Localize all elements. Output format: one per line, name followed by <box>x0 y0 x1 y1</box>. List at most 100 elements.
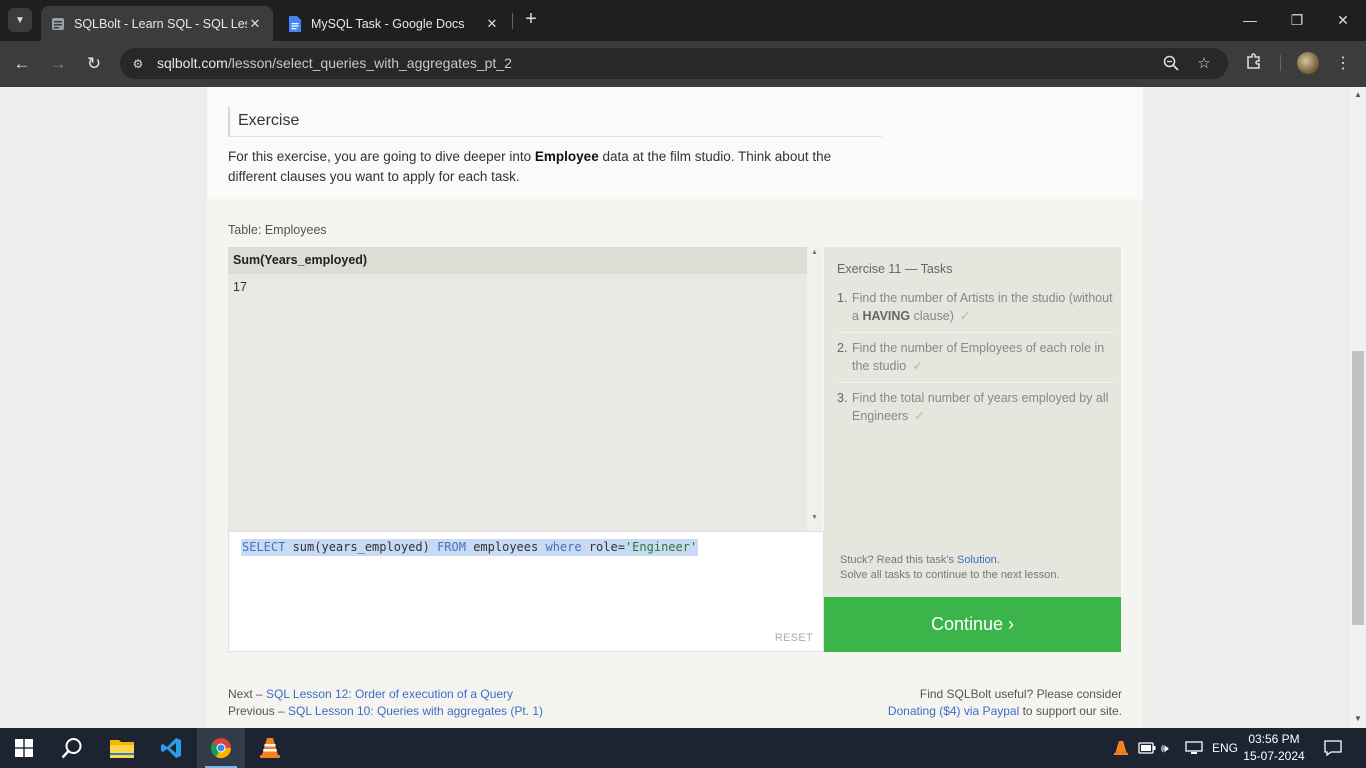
sql-keyword: where <box>545 540 582 554</box>
previous-lesson-link[interactable]: SQL Lesson 10: Queries with aggregates (… <box>288 704 543 718</box>
close-tab-icon[interactable]: ✕ <box>484 16 500 32</box>
tab-divider <box>512 13 513 29</box>
vlc-tray-icon[interactable] <box>1114 728 1128 768</box>
solution-link[interactable]: Solution <box>957 554 997 566</box>
query-text[interactable]: SELECT sum(years_employed) FROM employee… <box>241 539 699 556</box>
sql-keyword: SELECT <box>242 540 286 554</box>
sql-column: role= <box>581 540 625 554</box>
task-number: 3. <box>837 391 848 405</box>
next-lesson-link[interactable]: SQL Lesson 12: Order of execution of a Q… <box>266 687 513 701</box>
back-arrow-icon[interactable]: ← <box>10 52 34 76</box>
results-table: Sum(Years_employed) 17 ▲ ▼ <box>228 247 822 531</box>
task-text: Find the number of Employees of each rol… <box>852 341 1105 373</box>
vscode-icon[interactable] <box>147 728 195 768</box>
lesson-navigation: Next – SQL Lesson 12: Order of execution… <box>228 686 543 720</box>
stuck-hint: Stuck? Read this task's Solution. Solve a… <box>840 553 1060 583</box>
table-label: Table: Employees <box>228 223 327 237</box>
hint-text: Stuck? Read this task's <box>840 554 958 566</box>
task-text: clause) <box>910 309 954 323</box>
donate-link[interactable]: Donating ($4) via Paypal <box>888 704 1019 718</box>
exercise-heading: Exercise <box>228 107 882 137</box>
search-icon[interactable] <box>48 728 96 768</box>
task-list: 1. Find the number of Artists in the stud… <box>837 289 1114 438</box>
network-icon[interactable] <box>1185 728 1203 768</box>
volume-icon[interactable]: 🕪 <box>1161 728 1169 768</box>
tab-sqlbolt[interactable]: SQLBolt - Learn SQL - SQL Less ✕ <box>41 6 273 41</box>
sqlbolt-favicon-icon <box>51 17 65 31</box>
vlc-icon[interactable] <box>246 728 294 768</box>
windows-start-icon[interactable] <box>0 728 48 768</box>
reload-icon[interactable]: ↻ <box>82 52 106 76</box>
exercise-text-bold: Employee <box>534 149 599 164</box>
continue-button[interactable]: Continue › <box>824 597 1121 652</box>
more-menu-icon[interactable]: ⋮ <box>1331 52 1355 76</box>
extensions-puzzle-icon[interactable] <box>1242 52 1266 76</box>
scroll-up-icon[interactable]: ▲ <box>1350 88 1366 102</box>
profile-avatar[interactable] <box>1297 52 1319 74</box>
battery-icon[interactable] <box>1138 728 1156 768</box>
exercise-description: For this exercise, you are going to dive… <box>228 147 868 187</box>
url-path: /lesson/select_queries_with_aggregates_p… <box>227 55 512 71</box>
results-scrollbar[interactable]: ▲ ▼ <box>807 247 822 531</box>
sql-query-editor[interactable]: SELECT sum(years_employed) FROM employee… <box>228 531 824 652</box>
exercise-text-part: For this exercise, you are going to dive… <box>228 149 535 164</box>
tasks-panel: Exercise 11 — Tasks 1. Find the number of… <box>824 247 1121 597</box>
input-language[interactable]: ENG <box>1212 728 1238 768</box>
nav-label: Next – <box>228 687 267 701</box>
checkmark-icon: ✓ <box>959 309 971 323</box>
close-tab-icon[interactable]: ✕ <box>247 16 263 32</box>
toolbar-divider <box>1280 55 1281 71</box>
sql-function: sum(years_employed) <box>285 540 438 554</box>
scroll-up-icon[interactable]: ▲ <box>807 249 822 256</box>
tab-google-docs[interactable]: MySQL Task - Google Docs ✕ <box>278 6 510 41</box>
column-header: Sum(Years_employed) <box>228 247 807 274</box>
task-text: Find the total number of years employed … <box>852 391 1109 423</box>
address-bar[interactable]: ⚙ sqlbolt.com/lesson/select_queries_with… <box>120 48 1228 79</box>
sql-keyword: FROM <box>437 540 466 554</box>
system-clock[interactable]: 03:56 PM 15-07-2024 <box>1240 731 1308 765</box>
zoom-icon[interactable] <box>1162 55 1180 73</box>
scroll-down-icon[interactable]: ▼ <box>807 514 822 521</box>
task-item: 2. Find the number of Employees of each r… <box>837 339 1114 383</box>
chrome-icon[interactable] <box>197 728 245 768</box>
url-text[interactable]: sqlbolt.com/lesson/select_queries_with_a… <box>157 48 512 79</box>
task-item: 1. Find the number of Artists in the stud… <box>837 289 1114 333</box>
tab-title: SQLBolt - Learn SQL - SQL Less <box>74 16 247 31</box>
support-note: Find SQLBolt useful? Please consider Don… <box>888 686 1122 720</box>
file-explorer-icon[interactable] <box>98 728 146 768</box>
clock-date: 15-07-2024 <box>1243 749 1305 763</box>
hint-text: . <box>996 554 1000 566</box>
reset-button[interactable]: RESET <box>775 632 813 644</box>
minimize-button[interactable]: — <box>1227 8 1273 32</box>
tab-title: MySQL Task - Google Docs <box>311 16 465 31</box>
exercise-intro: Exercise For this exercise, you are goin… <box>207 87 1143 199</box>
scroll-down-icon[interactable]: ▼ <box>1350 712 1366 726</box>
support-text: Find SQLBolt useful? Please consider <box>919 687 1122 701</box>
tab-search-button[interactable]: ▼ <box>8 8 32 32</box>
forward-arrow-icon[interactable]: → <box>46 52 70 76</box>
browser-tab-bar: ▼ SQLBolt - Learn SQL - SQL Less ✕ MySQL… <box>0 0 1366 41</box>
task-text-bold: HAVING <box>862 309 911 323</box>
tasks-title: Exercise 11 — Tasks <box>837 262 953 276</box>
task-number: 1. <box>837 291 848 305</box>
table-cell: 17 <box>233 280 247 294</box>
nav-label: Previous – <box>228 704 289 718</box>
notifications-icon[interactable] <box>1324 728 1342 768</box>
bookmark-star-icon[interactable]: ☆ <box>1195 55 1213 73</box>
new-tab-button[interactable]: + <box>520 9 542 31</box>
windows-taskbar: 🕪 ENG 03:56 PM 15-07-2024 <box>0 728 1366 768</box>
checkmark-icon: ✓ <box>914 409 925 423</box>
site-info-icon[interactable]: ⚙ <box>130 56 146 72</box>
support-text: to support our site. <box>1019 704 1122 718</box>
hint-text: Solve all tasks to continue to the next … <box>840 569 1060 581</box>
sql-string: 'Engineer' <box>624 540 698 554</box>
scrollbar-thumb[interactable] <box>1352 351 1364 625</box>
google-docs-icon <box>288 15 302 32</box>
restore-button[interactable]: ❐ <box>1274 8 1320 32</box>
url-host: sqlbolt.com <box>157 55 228 71</box>
task-item: 3. Find the total number of years employe… <box>837 389 1114 432</box>
task-number: 2. <box>837 341 848 355</box>
browser-toolbar: ← → ↻ ⚙ sqlbolt.com/lesson/select_querie… <box>0 41 1366 87</box>
close-window-button[interactable]: ✕ <box>1320 8 1366 32</box>
page-viewport: Exercise For this exercise, you are goin… <box>0 87 1350 728</box>
